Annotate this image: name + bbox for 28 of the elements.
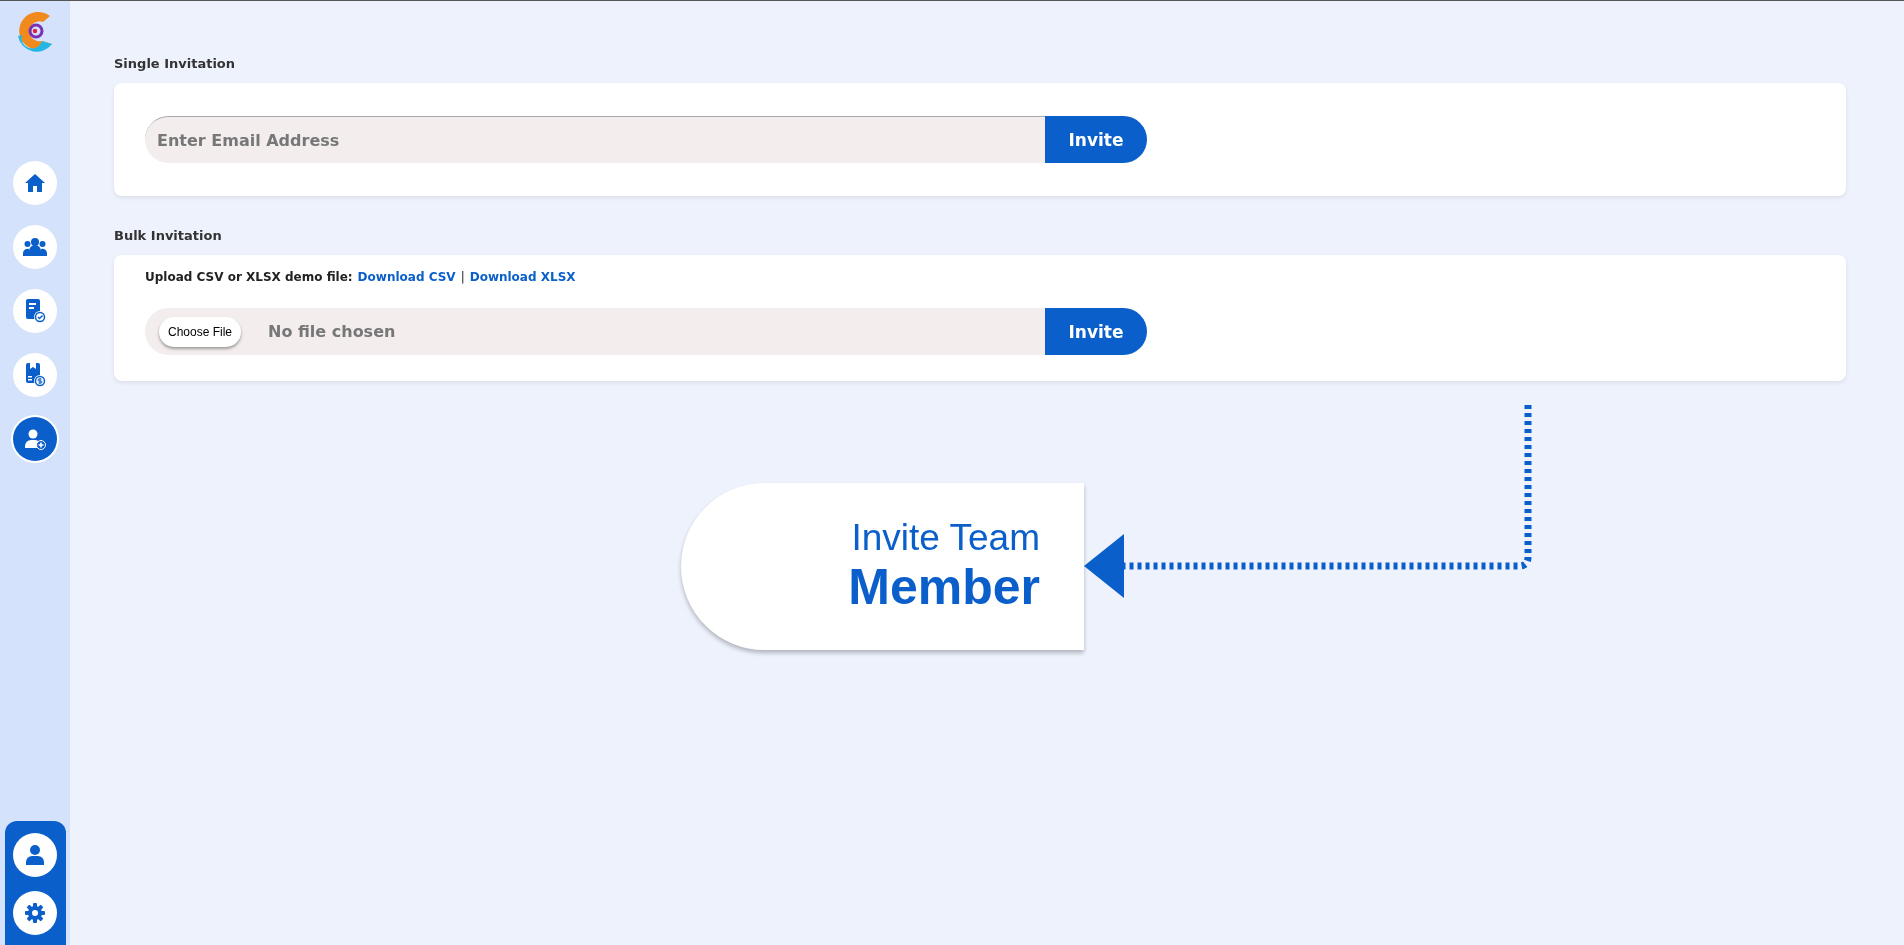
choose-file-button[interactable]: Choose File [159,316,242,347]
callout-text: Invite Team [851,516,1040,559]
add-user-icon [23,427,47,451]
invite-button[interactable]: Invite [1045,116,1147,163]
download-link[interactable]: Download CSV [357,270,456,284]
download-link[interactable]: Download XLSX [469,270,576,284]
group-icon [22,235,48,259]
nav-button[interactable] [13,833,57,877]
settings-icon [23,901,47,925]
home-icon [23,171,47,195]
file-status: No file chosen [268,322,396,341]
document-check-icon [23,298,47,324]
nav-button[interactable] [13,891,57,935]
nav-button[interactable] [13,225,57,269]
invoice-icon [23,362,47,388]
upload-instructions: Upload CSV or XLSX demo file: [145,270,353,284]
section-title: Single Invitation [114,56,237,71]
nav-button[interactable] [13,353,57,397]
section-title: Bulk Invitation [114,228,223,243]
callout-text: Member [848,558,1040,617]
invite-button[interactable]: Invite [1045,308,1147,355]
email-field[interactable]: Enter Email Address [145,116,1045,163]
user-icon [24,843,46,867]
nav-button[interactable] [13,417,57,461]
separator: | [460,270,465,284]
file-field[interactable]: Choose File No file chosen [145,308,1045,355]
nav-button[interactable] [13,289,57,333]
nav-button[interactable] [13,161,57,205]
